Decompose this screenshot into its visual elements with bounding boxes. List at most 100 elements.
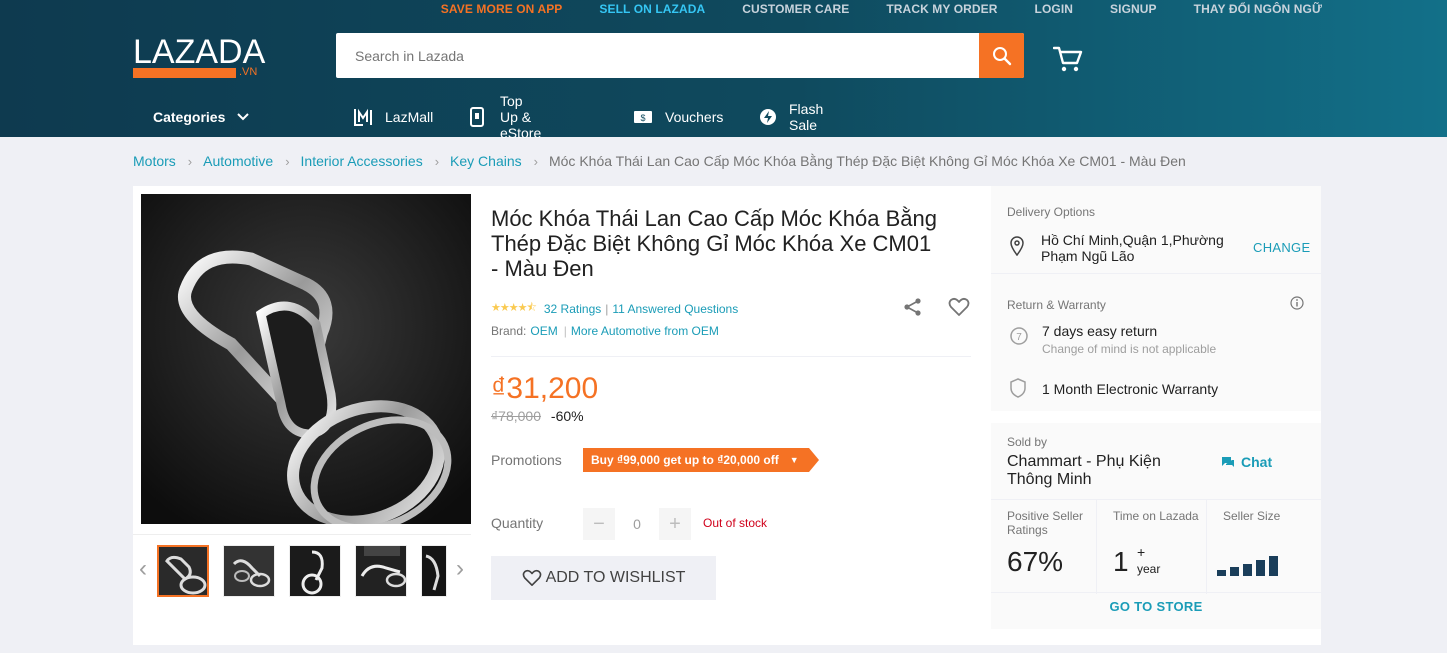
chat-button[interactable]: Chat (1221, 454, 1272, 470)
change-address-button[interactable]: CHANGE (1253, 240, 1310, 255)
return-warranty-heading: Return & Warranty (1007, 298, 1106, 312)
svg-text:7: 7 (1016, 332, 1022, 343)
positive-ratings-label: Positive Seller Ratings (1007, 509, 1084, 537)
return-policy-text: 7 days easy return (1042, 323, 1158, 339)
top-links-bar: SAVE MORE ON APP SELL ON LAZADA CUSTOMER… (441, 0, 1447, 20)
heart-icon[interactable] (948, 297, 970, 317)
go-to-store-button[interactable]: GO TO STORE (991, 599, 1321, 614)
current-price: ₫31,200 (491, 372, 599, 405)
seller-name[interactable]: Chammart - Phụ Kiện Thông Minh (1007, 453, 1197, 489)
quantity-decrease-button[interactable]: − (583, 508, 615, 540)
discount-percent: -60% (550, 408, 584, 424)
add-to-wishlist-button[interactable]: ADD TO WISHLIST (491, 556, 716, 600)
nav-vouchers-label: Vouchers (665, 109, 724, 125)
breadcrumb: Motors › Automotive › Interior Accessori… (133, 152, 1186, 170)
seller-size-bar (1269, 556, 1278, 576)
chat-label: Chat (1241, 454, 1273, 470)
nav-vouchers[interactable]: $ Vouchers (633, 103, 723, 131)
thumbnail-5[interactable] (421, 545, 447, 597)
breadcrumb-interior-accessories[interactable]: Interior Accessories (301, 153, 423, 169)
brand-row: Brand: OEM | More Automotive from OEM (491, 324, 719, 338)
thumbnail-next-arrow-icon[interactable]: › (453, 555, 467, 582)
seller-size-bar (1217, 570, 1226, 576)
nav-topup-label: Top Up & eStore (500, 93, 542, 141)
signup-link[interactable]: SIGNUP (1110, 0, 1157, 20)
breadcrumb-chevron-icon: › (434, 153, 440, 169)
quantity-stepper: − 0 + (583, 508, 691, 540)
heart-outline-icon (522, 569, 541, 587)
positive-ratings-stat: Positive Seller Ratings 67% (991, 500, 1096, 594)
answered-questions-link[interactable]: 11 Answered Questions (612, 302, 738, 316)
seller-size-bar (1256, 560, 1265, 576)
brand-link[interactable]: OEM (530, 324, 557, 338)
chevron-down-icon (237, 113, 250, 121)
nav-flash-sale[interactable]: Flash Sale (759, 101, 824, 133)
return-icon: 7 (1010, 327, 1028, 345)
location-pin-icon (1010, 236, 1024, 256)
rating-row: ★★★★⯪ 32 Ratings | 11 Answered Questions (491, 299, 738, 318)
delivery-address: Hồ Chí Minh,Quận 1,Phường Phạm Ngũ Lão (1041, 232, 1224, 264)
categories-label: Categories (153, 109, 226, 125)
cart-icon[interactable] (1053, 45, 1083, 73)
warranty-text: 1 Month Electronic Warranty (1042, 381, 1219, 397)
voucher-icon: $ (633, 110, 653, 124)
product-main-image[interactable] (141, 194, 471, 524)
delivery-options-heading: Delivery Options (1007, 205, 1096, 219)
track-my-order-link[interactable]: TRACK MY ORDER (886, 0, 997, 20)
sold-by-label: Sold by (1007, 435, 1048, 449)
categories-menu[interactable]: Categories (153, 103, 250, 131)
logo-suffix: .VN (239, 66, 258, 78)
thumbnail-3[interactable] (289, 545, 341, 597)
info-icon[interactable] (1290, 296, 1304, 310)
quantity-increase-button[interactable]: + (659, 508, 691, 540)
breadcrumb-automotive[interactable]: Automotive (203, 153, 273, 169)
quantity-label: Quantity (491, 515, 544, 531)
add-to-wishlist-label: ADD TO WISHLIST (545, 569, 686, 586)
thumbnail-2[interactable] (223, 545, 275, 597)
flash-sale-icon (759, 108, 777, 126)
customer-care-link[interactable]: CUSTOMER CARE (742, 0, 849, 20)
thumbnail-1[interactable] (157, 545, 209, 597)
share-icon[interactable] (903, 297, 923, 317)
rating-divider: | (605, 301, 609, 316)
nav-lazmall[interactable]: LazMall (353, 103, 433, 131)
seller-size-bars (1217, 556, 1282, 576)
save-more-on-app-link[interactable]: SAVE MORE ON APP (441, 0, 563, 20)
logo-wordmark: LAZADA (133, 33, 266, 71)
logo-underline (133, 68, 236, 78)
svg-text:$: $ (640, 113, 645, 123)
thumbnail-strip: ‹ › (133, 534, 471, 598)
quantity-value[interactable]: 0 (615, 516, 659, 532)
login-link[interactable]: LOGIN (1035, 0, 1074, 20)
phone-icon (470, 107, 484, 127)
thumbnail-4[interactable] (355, 545, 407, 597)
lazmall-icon (353, 108, 373, 126)
nav-lazmall-label: LazMall (385, 109, 434, 125)
seller-size-bar (1243, 564, 1252, 576)
promotion-tag[interactable]: Buy ₫99,000 get up to ₫20,000 off ▼ (583, 448, 819, 472)
ratings-link[interactable]: 32 Ratings (544, 302, 601, 316)
sell-on-lazada-link[interactable]: SELL ON LAZADA (599, 0, 705, 20)
thumbnail-prev-arrow-icon[interactable]: ‹ (136, 555, 150, 582)
original-price-row: ₫78,000 -60% (491, 408, 584, 424)
caret-down-icon: ▼ (789, 455, 799, 465)
breadcrumb-chevron-icon: › (187, 153, 193, 169)
delivery-warranty-panel: Delivery Options Hồ Chí Minh,Quận 1,Phườ… (991, 186, 1321, 411)
breadcrumb-key-chains[interactable]: Key Chains (450, 153, 522, 169)
more-from-brand-link[interactable]: More Automotive from OEM (571, 324, 719, 338)
search-button[interactable] (979, 33, 1024, 78)
time-on-lazada-stat: Time on Lazada 1 + year (1096, 500, 1206, 594)
seller-size-bar (1230, 567, 1239, 576)
change-language-link[interactable]: THAY ĐỔI NGÔN NGỮ (1194, 0, 1322, 20)
breadcrumb-motors[interactable]: Motors (133, 153, 176, 169)
seller-panel: Sold by Chammart - Phụ Kiện Thông Minh C… (991, 423, 1321, 629)
nav-topup-estore[interactable]: Top Up & eStore (470, 93, 541, 141)
breadcrumb-current: Móc Khóa Thái Lan Cao Cấp Móc Khóa Bằng … (548, 153, 1186, 169)
search-input[interactable] (336, 33, 979, 78)
panel-divider (991, 273, 1321, 274)
promotion-text: Buy ₫99,000 get up to ₫20,000 off (591, 453, 779, 467)
lazada-logo[interactable]: LAZADA .VN (133, 33, 266, 84)
brand-label: Brand: (491, 324, 527, 338)
product-title: Móc Khóa Thái Lan Cao Cấp Móc Khóa Bằng … (491, 206, 937, 281)
nav-flash-sale-label: Flash Sale (789, 101, 824, 133)
